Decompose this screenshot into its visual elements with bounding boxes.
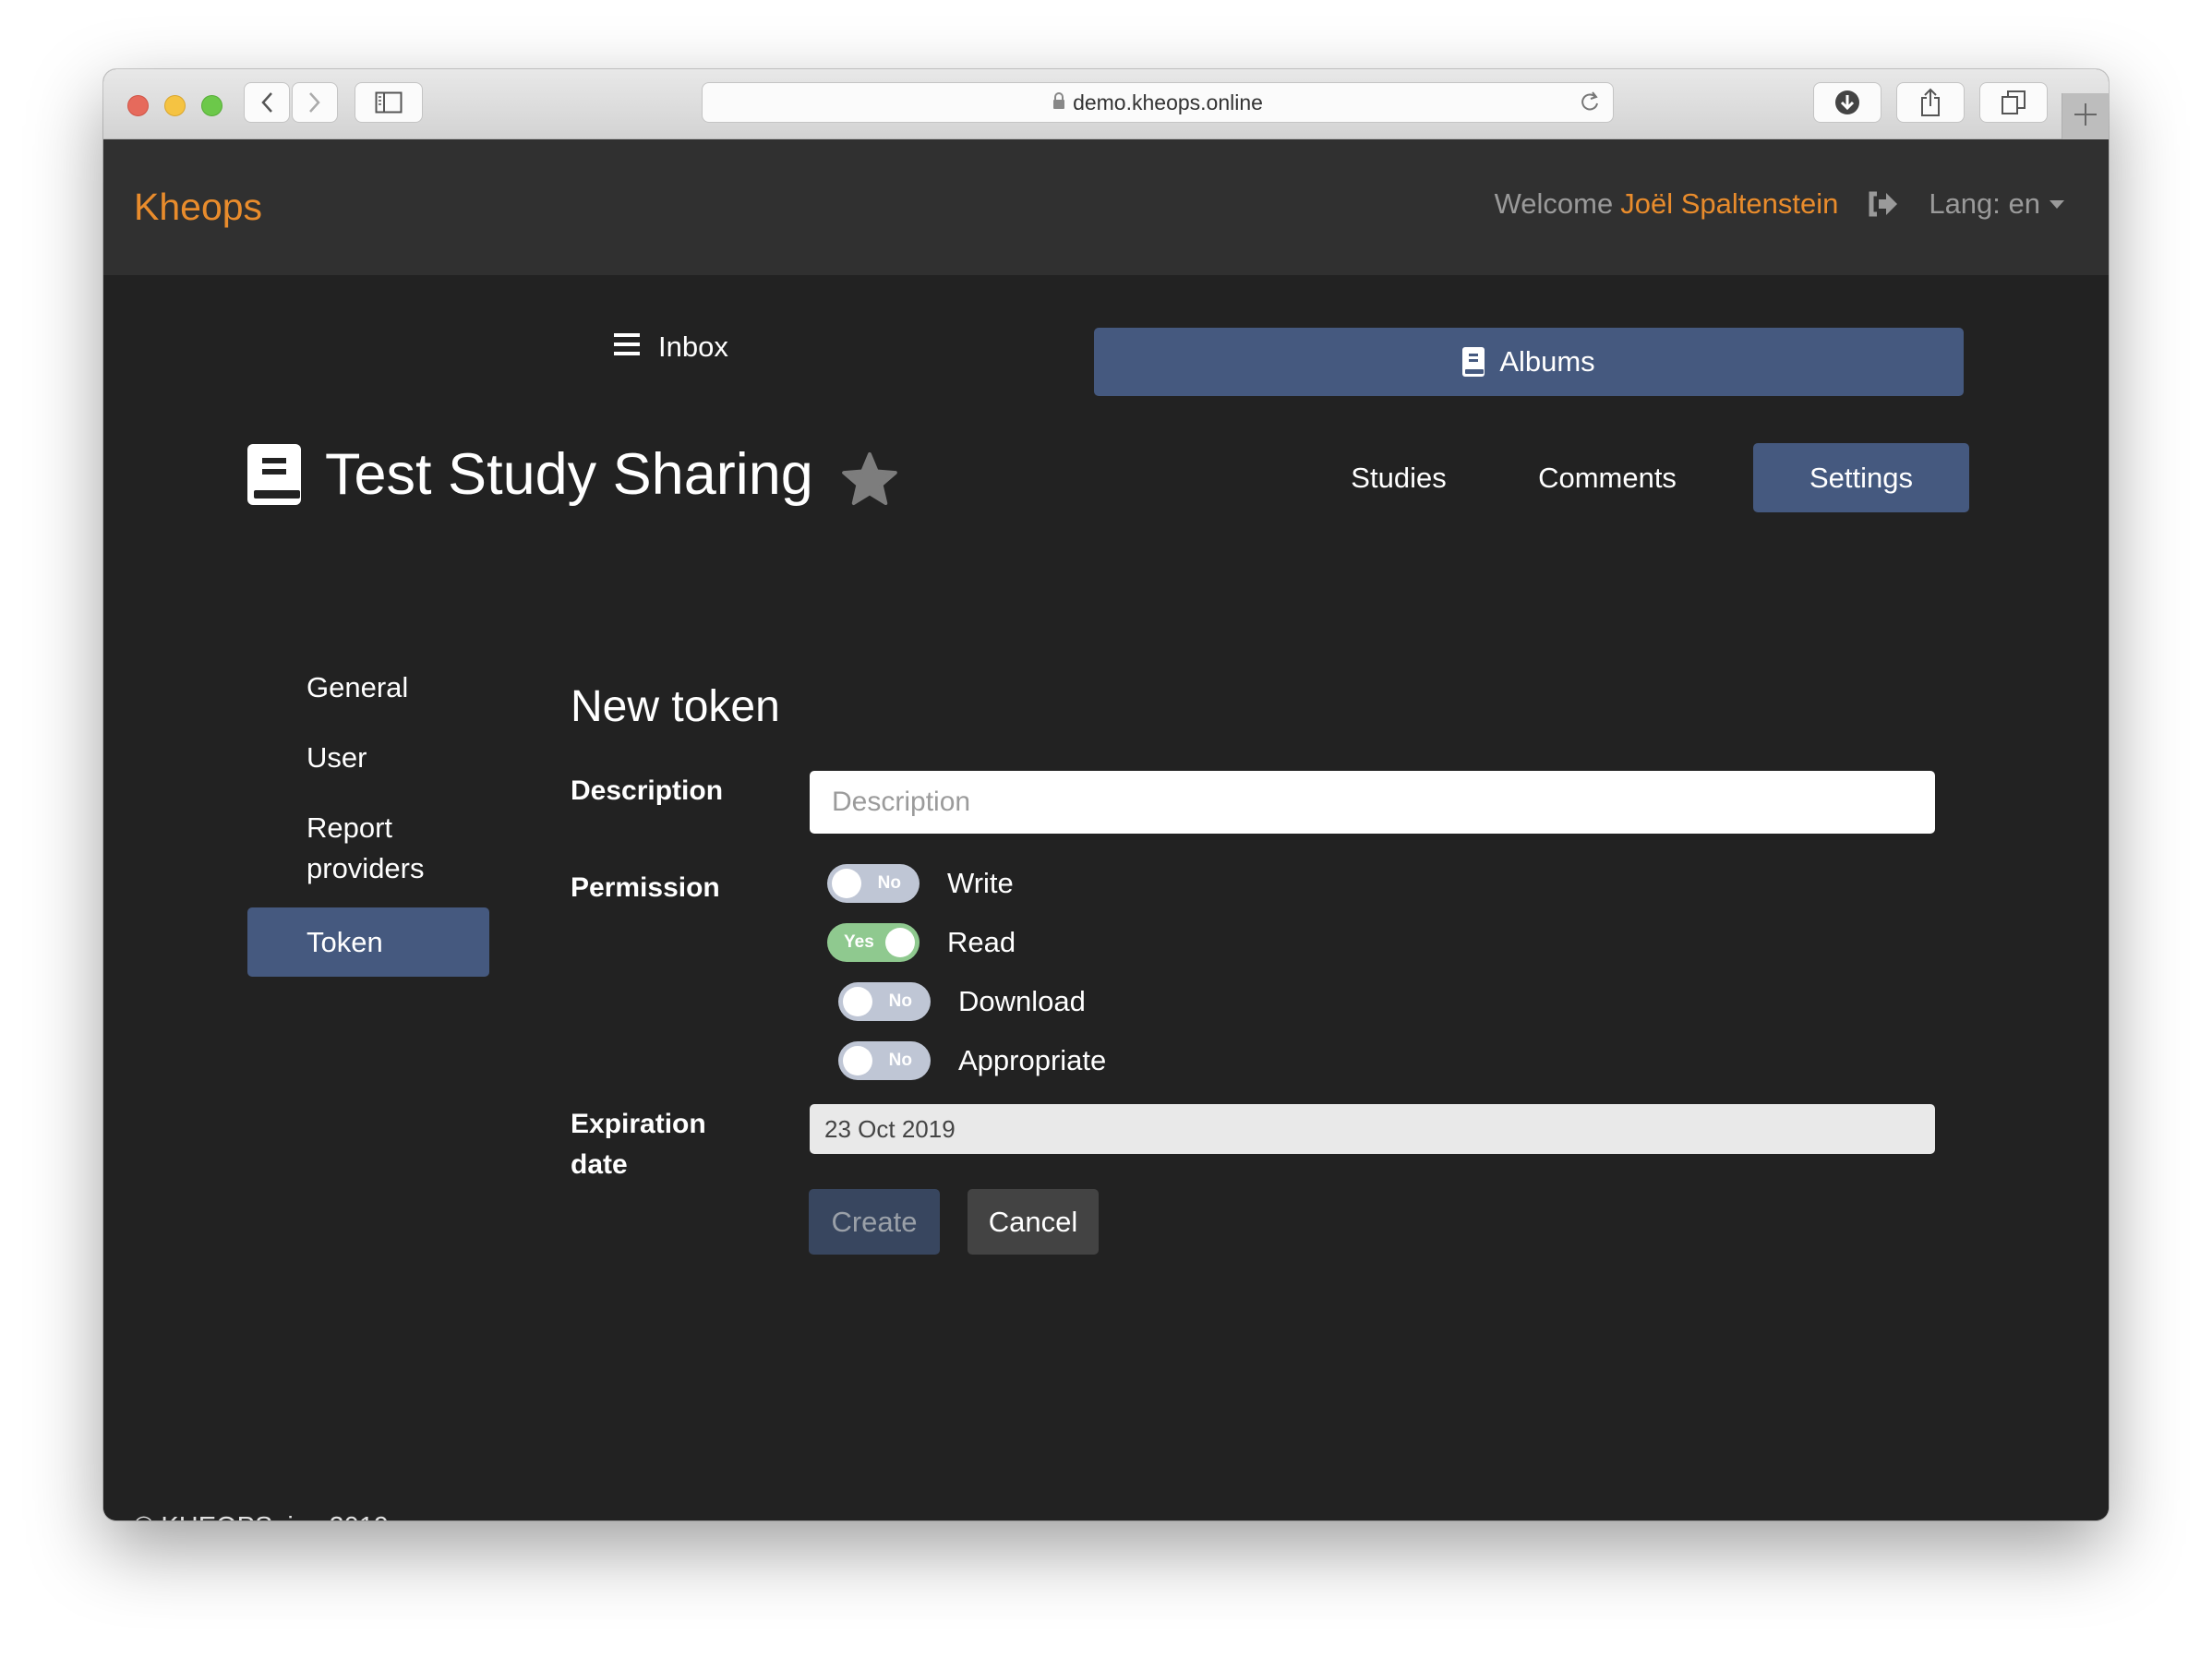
footer-copyright: © KHEOPS, inc 2019	[134, 1512, 389, 1520]
sidebar-toggle-button[interactable]	[355, 82, 423, 123]
app-navbar: Kheops Welcome Joël Spaltenstein Lang: e…	[103, 139, 2109, 275]
logout-icon[interactable]	[1868, 190, 1899, 218]
toggle-knob	[843, 1046, 872, 1075]
downloads-button[interactable]	[1813, 82, 1881, 123]
share-icon	[1919, 88, 1942, 117]
zoom-window-button[interactable]	[201, 95, 222, 116]
write-label: Write	[947, 867, 1014, 899]
toggle-state-text: No	[888, 1051, 912, 1070]
forward-button[interactable]	[292, 82, 338, 123]
user-name-link[interactable]: Joël Spaltenstein	[1620, 187, 1838, 221]
form-title: New token	[571, 682, 780, 731]
user-menu: Welcome Joël Spaltenstein Lang: en	[1495, 187, 2064, 221]
new-tab-button[interactable]	[2062, 93, 2109, 139]
expiration-date-input[interactable]: 23 Oct 2019	[810, 1104, 1935, 1154]
language-dropdown[interactable]: Lang: en	[1929, 187, 2064, 221]
toggle-knob	[885, 928, 915, 957]
download-label: Download	[958, 985, 1086, 1017]
favorite-star-icon[interactable]	[841, 451, 898, 507]
album-tabs: Studies Comments Settings	[1331, 443, 1969, 512]
download-toggle[interactable]: No	[838, 982, 931, 1021]
nav-albums[interactable]: Albums	[1094, 328, 1964, 396]
permission-label: Permission	[571, 872, 720, 903]
description-label: Description	[571, 775, 724, 806]
album-title: Test Study Sharing	[325, 442, 813, 507]
main-content: Inbox Albums Test Study Sharing Studies …	[103, 275, 2109, 1520]
browser-window: demo.kheops.online Kheops Welcome Joël S…	[103, 69, 2109, 1520]
nav-albums-label: Albums	[1499, 345, 1595, 378]
lock-icon	[1052, 90, 1065, 115]
toggle-knob	[843, 987, 872, 1016]
brand-logo[interactable]: Kheops	[134, 186, 262, 229]
back-button[interactable]	[244, 82, 290, 123]
cancel-button[interactable]: Cancel	[968, 1189, 1099, 1255]
read-toggle[interactable]: Yes	[827, 923, 920, 962]
album-header: Test Study Sharing	[247, 441, 898, 508]
browser-toolbar: demo.kheops.online	[103, 69, 2109, 139]
close-window-button[interactable]	[127, 95, 149, 116]
back-icon	[260, 91, 273, 114]
toggle-knob	[832, 869, 861, 898]
permission-write: No Write	[827, 864, 1014, 903]
create-button[interactable]: Create	[809, 1189, 940, 1255]
sidebar-icon	[375, 91, 403, 114]
reload-icon[interactable]	[1578, 90, 1602, 120]
toggle-state-text: Yes	[844, 932, 874, 952]
download-icon	[1834, 90, 1860, 115]
appropriate-toggle[interactable]: No	[838, 1041, 931, 1080]
welcome-text: Welcome	[1494, 187, 1614, 220]
toggle-state-text: No	[877, 873, 901, 893]
sidebar-item-user[interactable]: User	[247, 738, 489, 778]
permission-read: Yes Read	[827, 923, 1016, 962]
write-toggle[interactable]: No	[827, 864, 920, 903]
sidebar-item-report-providers[interactable]: Report providers	[247, 808, 454, 889]
tabs-icon	[2001, 90, 2026, 115]
tab-comments[interactable]: Comments	[1521, 443, 1693, 512]
tab-settings[interactable]: Settings	[1753, 443, 1969, 512]
permission-download: No Download	[838, 982, 1086, 1021]
forward-icon	[308, 91, 321, 114]
sidebar-item-token[interactable]: Token	[247, 907, 489, 977]
list-icon	[614, 330, 640, 364]
album-book-icon	[247, 444, 301, 505]
address-bar[interactable]: demo.kheops.online	[702, 82, 1614, 123]
book-icon	[1462, 347, 1485, 377]
nav-inbox[interactable]: Inbox	[614, 330, 728, 364]
share-button[interactable]	[1896, 82, 1965, 123]
plus-icon	[2074, 102, 2098, 131]
language-label: Lang: en	[1929, 187, 2040, 220]
caret-down-icon	[2050, 199, 2064, 209]
minimize-window-button[interactable]	[164, 95, 186, 116]
tabs-overview-button[interactable]	[1979, 82, 2048, 123]
url-text: demo.kheops.online	[1073, 90, 1263, 114]
read-label: Read	[947, 926, 1016, 958]
permission-appropriate: No Appropriate	[838, 1041, 1106, 1080]
appropriate-label: Appropriate	[958, 1044, 1107, 1076]
description-input[interactable]	[810, 771, 1935, 834]
toggle-state-text: No	[888, 991, 912, 1011]
expiration-date-label: Expiration date	[571, 1109, 706, 1180]
nav-inbox-label: Inbox	[658, 330, 728, 363]
settings-sidebar: General User Report providers Token	[247, 667, 489, 977]
tab-studies[interactable]: Studies	[1331, 443, 1466, 512]
sidebar-item-general[interactable]: General	[247, 667, 489, 708]
